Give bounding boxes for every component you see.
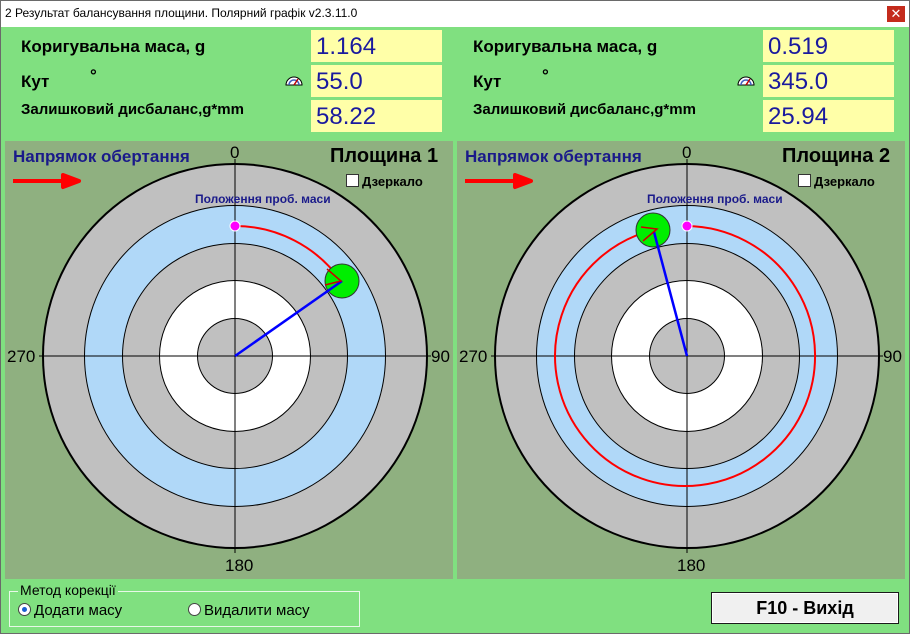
angle-label: Кут [21,72,50,91]
gauge-icon[interactable] [285,74,303,86]
angle-270-label: 270 [459,347,488,366]
plane1-residual-value: 58.22 [311,100,442,132]
angle-90-label: 90 [883,347,902,366]
plane1-polar-canvas [13,159,431,553]
angle-0-label: 0 [682,143,692,162]
mirror-checkbox[interactable]: Дзеркало [346,174,423,189]
plane-title: Площина 1 [330,145,439,167]
degree-label: ° [542,66,549,85]
angle-label: Кут [473,72,502,91]
plane1-mass-value: 1.164 [311,30,442,62]
plane-title: Площина 2 [782,145,891,167]
window-title: 2 Результат балансування площини. Полярн… [5,6,358,20]
rotation-direction-label: Напрямок обертання [13,147,190,166]
exit-button[interactable]: F10 - Вихід [711,592,899,624]
mass-label: Коригувальна маса, g [21,37,206,56]
plane1-angle-value: 55.0 [311,65,442,97]
plane2-residual-value: 25.94 [763,100,894,132]
plane1-polar-plot: Напрямок обертання Площина 1 0 90 180 27… [5,141,453,579]
probe-position-marker [681,220,693,232]
plane2-results-panel: Коригувальна маса, g Кут ° Залишковий ди… [457,28,905,138]
residual-label: Залишковий дисбаланс,g*mm [21,101,244,118]
probe-position-label: Положення проб. маси [195,192,331,206]
remove-mass-radio[interactable]: Видалити масу [188,602,310,619]
mass-label: Коригувальна маса, g [473,37,658,56]
probe-position-marker [229,220,241,232]
angle-180-label: 180 [225,556,254,575]
plane2-angle-value: 345.0 [763,65,894,97]
plane2-mass-value: 0.519 [763,30,894,62]
plane2-polar-canvas [465,159,883,553]
angle-180-label: 180 [677,556,706,575]
residual-label: Залишковий дисбаланс,g*mm [473,101,696,118]
mirror-label: Дзеркало [814,174,875,189]
mirror-label: Дзеркало [362,174,423,189]
angle-0-label: 0 [230,143,240,162]
correction-method-legend: Метод корекції [18,582,118,598]
mirror-checkbox[interactable]: Дзеркало [798,174,875,189]
gauge-icon[interactable] [737,74,755,86]
degree-label: ° [90,66,97,85]
probe-position-label: Положення проб. маси [647,192,783,206]
angle-90-label: 90 [431,347,450,366]
add-mass-radio[interactable]: Додати масу [18,602,122,619]
correction-mass-marker [635,212,671,248]
remove-mass-label: Видалити масу [204,602,310,619]
angle-270-label: 270 [7,347,36,366]
correction-method-group: Метод корекції Додати масу Видалити масу [9,582,360,627]
plane1-results-panel: Коригувальна маса, g Кут ° Залишковий ди… [5,28,453,138]
title-bar: 2 Результат балансування площини. Полярн… [1,1,909,27]
main-window: 2 Результат балансування площини. Полярн… [0,0,910,634]
close-button[interactable]: ✕ [887,6,905,22]
plane2-polar-plot: Напрямок обертання Площина 2 0 90 180 27… [457,141,905,579]
arrow-right-icon [465,173,533,189]
arrow-right-icon [13,173,81,189]
add-mass-label: Додати масу [34,602,123,619]
rotation-direction-label: Напрямок обертання [465,147,642,166]
